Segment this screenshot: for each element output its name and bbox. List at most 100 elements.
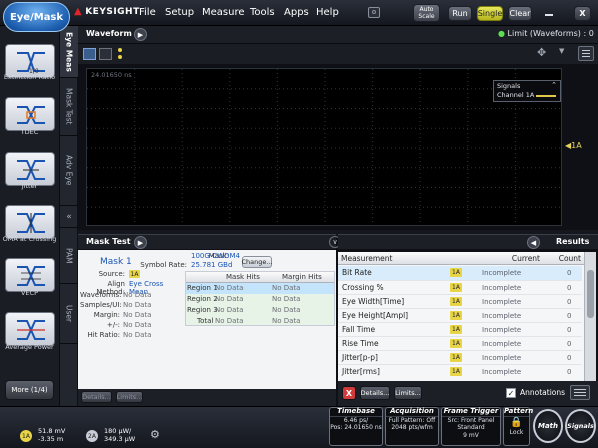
current-value: Incomplete: [482, 368, 522, 376]
source-badge[interactable]: 1A: [129, 270, 140, 278]
mask-test-footer: Details... Limits...: [78, 389, 336, 406]
current-value: Incomplete: [482, 326, 522, 334]
table-row[interactable]: Region 2 No Data No Data: [186, 294, 334, 305]
total-label: Total: [197, 317, 214, 325]
back-arrow-icon: ◀: [530, 238, 537, 247]
oma-crossing-button[interactable]: [5, 205, 55, 239]
channel-2a-indicator[interactable]: 2A 180 µW/ 349.3 µW: [86, 427, 150, 445]
jitter-label: Jitter: [21, 182, 38, 190]
scrollbar-thumb[interactable]: [587, 270, 594, 318]
menu-measure[interactable]: Measure: [202, 7, 245, 18]
average-power-button[interactable]: [5, 312, 55, 346]
frame-trigger-panel[interactable]: Frame Trigger Src: Front Panel Standard …: [441, 407, 501, 446]
channel-2a-badge: 2A: [86, 430, 98, 442]
eye-mask-mode-button[interactable]: Eye/Mask: [3, 2, 70, 32]
table-row[interactable]: Jitter[rms] 1A Incomplete 0: [338, 364, 582, 378]
signals-button[interactable]: Signals: [565, 409, 596, 443]
table-row[interactable]: Region 1 No Data No Data: [186, 283, 334, 294]
menu-tools[interactable]: Tools: [250, 7, 275, 18]
close-button[interactable]: X: [574, 6, 591, 21]
count-column-header[interactable]: Count: [544, 252, 584, 265]
table-row[interactable]: Eye Width[Time] 1A Incomplete 0: [338, 294, 582, 308]
hit-ratio-value: No Data: [123, 331, 152, 339]
vecp-button[interactable]: [5, 258, 55, 292]
measurement-name: Bit Rate: [342, 268, 372, 277]
results-details-button[interactable]: Details...: [360, 386, 390, 400]
change-mask-button[interactable]: Change...: [241, 256, 273, 268]
current-value: Incomplete: [482, 340, 522, 348]
math-button[interactable]: Math: [533, 409, 563, 443]
table-row[interactable]: Jitter[p-p] 1A Incomplete 0: [338, 350, 582, 364]
tab-pam[interactable]: PAM: [60, 228, 78, 284]
oma-crossing-label: OMA at Crossing: [2, 235, 57, 243]
signals-legend[interactable]: Signals Channel 1A ⌃: [493, 80, 561, 102]
acquisition-points: 2048 pts/wfm: [391, 424, 433, 431]
table-row[interactable]: Crossing % 1A Incomplete 0: [338, 280, 582, 294]
mask-hits-cell: No Data: [215, 306, 244, 314]
mask-limits-button[interactable]: Limits...: [116, 391, 143, 403]
camera-icon[interactable]: [368, 7, 380, 18]
plus-minus-label: +/-:: [106, 321, 120, 329]
single-grid-icon[interactable]: [83, 48, 96, 60]
clear-button[interactable]: Clear: [508, 6, 532, 21]
collapse-tabs[interactable]: «: [60, 206, 78, 228]
timebase-position: Pos: 24.01650 ns: [330, 424, 382, 431]
pan-move-icon[interactable]: ✥: [537, 46, 553, 61]
time-readout: 24.01650 ns: [91, 71, 132, 79]
menu-setup[interactable]: Setup: [165, 7, 194, 18]
menu-help[interactable]: Help: [316, 7, 339, 18]
results-back-button[interactable]: ◀: [527, 236, 540, 249]
table-row[interactable]: Region 3 No Data No Data: [186, 305, 334, 316]
channel-1a-indicator[interactable]: 1A 51.8 mV -3.35 m: [20, 427, 86, 445]
table-header-row: Mask Hits Margin Hits: [186, 272, 334, 283]
table-row[interactable]: Total No Data No Data: [186, 316, 334, 327]
menu-apps[interactable]: Apps: [284, 7, 309, 18]
mask-test-play-button[interactable]: ▶: [134, 236, 147, 249]
acquisition-panel[interactable]: Acquisition Full Pattern: Off 2048 pts/w…: [385, 407, 439, 446]
pattern-lock-panel[interactable]: Pattern 🔒 Lock: [503, 407, 533, 446]
margin-hits-cell: No Data: [272, 317, 301, 325]
minimize-icon[interactable]: [545, 14, 553, 16]
count-value: 0: [567, 340, 572, 348]
split-grid-icon[interactable]: [99, 48, 112, 60]
graticule-grid: [87, 69, 563, 227]
results-scrollbar[interactable]: [584, 252, 596, 381]
single-button[interactable]: Single: [477, 6, 503, 21]
mask-details-button[interactable]: Details...: [81, 391, 112, 403]
source-chip: 1A: [450, 339, 462, 348]
timebase-panel[interactable]: Timebase 6.46 ps/ Pos: 24.01650 ns: [329, 407, 383, 446]
more-button[interactable]: More (1/4): [5, 380, 54, 400]
lock-icon: 🔒: [510, 416, 523, 428]
table-row[interactable]: Bit Rate 1A Incomplete 0: [338, 266, 582, 280]
waveform-plot[interactable]: [86, 68, 563, 227]
tdec-button[interactable]: [5, 97, 55, 131]
current-value: Incomplete: [482, 354, 522, 362]
results-limits-button[interactable]: Limits...: [394, 386, 422, 400]
delete-measurement-button[interactable]: X: [342, 386, 356, 400]
collapse-chevron-icon[interactable]: ⌃: [551, 81, 557, 90]
table-row[interactable]: Fall Time 1A Incomplete 0: [338, 322, 582, 336]
annotations-checkbox[interactable]: ✓: [506, 388, 516, 398]
table-row[interactable]: Rise Time 1A Incomplete 0: [338, 336, 582, 350]
current-value: Incomplete: [482, 269, 522, 277]
channel-1a-marker[interactable]: ◀1A: [565, 141, 582, 150]
autoscale-button[interactable]: Auto Scale: [413, 4, 440, 22]
tab-user[interactable]: User: [60, 284, 78, 344]
current-column-header[interactable]: Current: [450, 252, 544, 265]
tab-adv-eye[interactable]: Adv Eye: [60, 136, 78, 206]
current-value: Incomplete: [482, 312, 522, 320]
waveform-play-button[interactable]: ▶: [134, 28, 147, 41]
tab-eye-meas[interactable]: Eye Meas: [60, 26, 78, 78]
measurement-column-header[interactable]: Measurement: [338, 252, 450, 265]
run-button[interactable]: Run: [448, 6, 472, 21]
current-value: Incomplete: [482, 298, 522, 306]
table-row[interactable]: Eye Height[Ampl] 1A Incomplete 0: [338, 308, 582, 322]
jitter-button[interactable]: [5, 152, 55, 186]
hamburger-menu-icon[interactable]: [578, 46, 594, 61]
table-view-icon[interactable]: [570, 385, 590, 400]
dropdown-chevron-icon[interactable]: ▼: [559, 47, 564, 55]
tab-mask-test[interactable]: Mask Test: [60, 78, 78, 136]
keysight-logo-icon: ▲: [74, 6, 83, 17]
gear-icon[interactable]: ⚙: [150, 428, 160, 441]
menu-file[interactable]: File: [139, 7, 156, 18]
